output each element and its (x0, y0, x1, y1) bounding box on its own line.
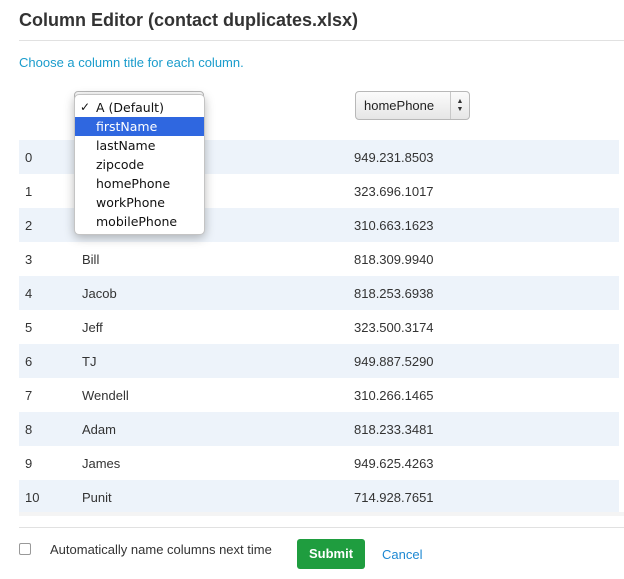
dropdown-option[interactable]: homePhone (75, 174, 204, 193)
row-phone: 310.663.1623 (354, 217, 434, 233)
row-name: Jacob (82, 285, 117, 301)
dropdown-option[interactable]: mobilePhone (75, 212, 204, 231)
dropdown-option-label: A (Default) (96, 100, 164, 115)
dropdown-option[interactable]: zipcode (75, 155, 204, 174)
row-name: Bill (82, 251, 100, 267)
row-phone: 818.233.3481 (354, 421, 434, 437)
row-name: Adam (82, 421, 116, 437)
row-index: 6 (25, 353, 33, 369)
dropdown-option-label: homePhone (96, 176, 171, 191)
row-name: Wendell (82, 387, 129, 403)
row-index: 5 (25, 319, 33, 335)
row-phone: 949.625.4263 (354, 455, 434, 471)
dropdown-option-label: lastName (96, 138, 156, 153)
instruction-text: Choose a column title for each column. (19, 55, 244, 70)
table-row: 7 Wendell 310.266.1465 (19, 378, 619, 412)
row-index: 8 (25, 421, 33, 437)
row-phone: 949.887.5290 (354, 353, 434, 369)
row-phone: 714.928.7651 (354, 489, 434, 505)
row-index: 10 (25, 489, 40, 505)
row-name: Punit (82, 489, 112, 505)
column-2-select-value: homePhone (364, 98, 435, 113)
dropdown-option-label: mobilePhone (96, 214, 178, 229)
auto-name-checkbox[interactable] (19, 543, 31, 555)
row-index: 4 (25, 285, 33, 301)
row-index: 2 (25, 217, 33, 233)
dropdown-option-label: zipcode (96, 157, 145, 172)
table-row: 3 Bill 818.309.9940 (19, 242, 619, 276)
row-index: 3 (25, 251, 33, 267)
row-index: 9 (25, 455, 33, 471)
dialog-title: Column Editor (contact duplicates.xlsx) (19, 10, 359, 30)
row-name: TJ (82, 353, 97, 369)
table-scroll-strip (19, 512, 624, 516)
dropdown-option[interactable]: lastName (75, 136, 204, 155)
cancel-button[interactable]: Cancel (382, 547, 422, 562)
dropdown-option-label: firstName (96, 119, 158, 134)
row-phone: 323.500.3174 (354, 319, 434, 335)
checkmark-icon: ✓ (80, 100, 91, 114)
dropdown-option[interactable]: ✓ A (Default) (75, 98, 204, 117)
dialog-footer: Automatically name columns next time Sub… (19, 538, 619, 570)
select-arrows-icon: ▲ ▼ (450, 92, 469, 119)
table-row: 8 Adam 818.233.3481 (19, 412, 619, 446)
table-row: 5 Jeff 323.500.3174 (19, 310, 619, 344)
row-phone: 323.696.1017 (354, 183, 434, 199)
table-row: 4 Jacob 818.253.6938 (19, 276, 619, 310)
row-phone: 310.266.1465 (354, 387, 434, 403)
dropdown-option[interactable]: firstName (75, 117, 204, 136)
row-phone: 818.253.6938 (354, 285, 434, 301)
table-row: 6 TJ 949.887.5290 (19, 344, 619, 378)
submit-button[interactable]: Submit (297, 539, 365, 569)
dropdown-option-label: workPhone (96, 195, 165, 210)
row-phone: 818.309.9940 (354, 251, 434, 267)
table-row: 10 Punit 714.928.7651 (19, 480, 619, 514)
table-row: 9 James 949.625.4263 (19, 446, 619, 480)
row-name: James (82, 455, 121, 471)
row-phone: 949.231.8503 (354, 149, 434, 165)
row-index: 7 (25, 387, 33, 403)
dropdown-option[interactable]: workPhone (75, 193, 204, 212)
row-index: 1 (25, 183, 33, 199)
row-name: Jeff (82, 319, 103, 335)
column-2-select[interactable]: homePhone ▲ ▼ (355, 91, 470, 120)
footer-divider (19, 527, 624, 528)
row-index: 0 (25, 149, 33, 165)
column-1-dropdown-menu: ✓ A (Default) firstName lastName zipcode home… (74, 94, 205, 235)
auto-name-label[interactable]: Automatically name columns next time (50, 542, 272, 557)
title-divider (19, 40, 624, 41)
